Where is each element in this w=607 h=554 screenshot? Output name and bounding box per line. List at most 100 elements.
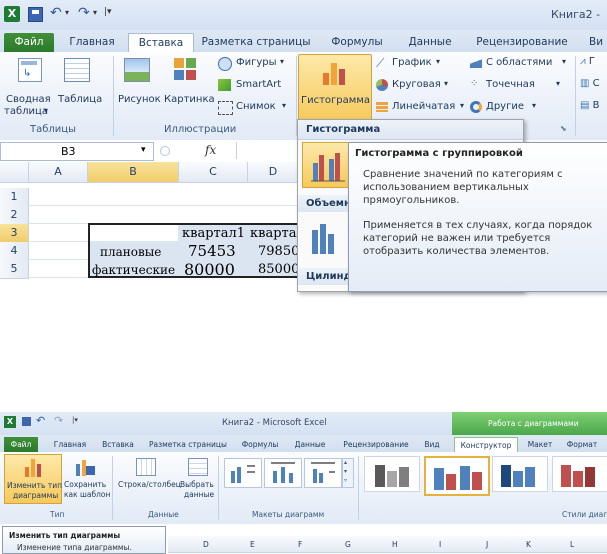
- gallery-scroll[interactable]: ▴ ▾ ▿: [342, 458, 354, 488]
- scatter-chart-button[interactable]: ⁘ Точечная ▾: [470, 78, 570, 94]
- save-icon[interactable]: [28, 7, 43, 22]
- save-template-icon: [76, 458, 95, 476]
- column-header-k[interactable]: K: [526, 540, 531, 549]
- formula-input[interactable]: [236, 142, 297, 159]
- column-header-j[interactable]: J: [486, 540, 488, 549]
- chart-layout-option-1[interactable]: [224, 458, 262, 488]
- tab-formulas[interactable]: Формулы: [238, 437, 282, 452]
- undo-icon[interactable]: ↶: [50, 5, 62, 21]
- insert-function-icon[interactable]: fx: [205, 143, 216, 157]
- line-chart-button[interactable]: ⟋ График ▾: [376, 56, 456, 72]
- chevron-down-icon[interactable]: ▾: [141, 145, 146, 155]
- column-header-b[interactable]: B: [88, 162, 179, 183]
- tab-chart-format[interactable]: Формат: [562, 437, 602, 452]
- other-charts-button[interactable]: Другие ▾: [470, 100, 554, 116]
- undo-icon[interactable]: ↶: [36, 414, 45, 427]
- tab-review[interactable]: Рецензирование: [338, 437, 414, 452]
- tab-chart-layout[interactable]: Макет: [522, 437, 558, 452]
- column-header-d[interactable]: D: [248, 162, 299, 183]
- tab-insert[interactable]: Вставка: [128, 33, 194, 53]
- redo-icon[interactable]: ↷: [78, 5, 90, 21]
- save-icon[interactable]: [22, 417, 31, 426]
- picture-button[interactable]: Рисунок: [116, 54, 161, 120]
- dialog-launcher-icon[interactable]: ⬊: [560, 124, 567, 133]
- column-header-d[interactable]: D: [203, 540, 209, 549]
- tab-page-layout[interactable]: Разметка страницы: [200, 33, 312, 52]
- excel-logo-icon: X: [4, 416, 16, 428]
- tab-view[interactable]: Ви: [584, 33, 607, 52]
- row-header-1[interactable]: 1: [0, 188, 29, 207]
- tab-chart-design[interactable]: Конструктор: [454, 437, 518, 453]
- tab-view[interactable]: Вид: [420, 437, 444, 452]
- tab-formulas[interactable]: Формулы: [326, 33, 388, 52]
- cell-c3[interactable]: квартал1: [182, 226, 245, 241]
- row-header-2[interactable]: 2: [0, 206, 29, 225]
- cell-d5[interactable]: 85000: [258, 262, 299, 277]
- chevron-up-icon[interactable]: ▴: [344, 459, 347, 466]
- 3d-column-icon: [312, 224, 334, 254]
- chart-layout-option-3[interactable]: [304, 458, 342, 488]
- tab-data[interactable]: Данные: [402, 33, 458, 52]
- chart-style-option-1[interactable]: [364, 456, 420, 492]
- column-header-i[interactable]: I: [439, 540, 441, 549]
- sparkline-column-button[interactable]: ▥ С: [580, 78, 600, 89]
- cell-c4[interactable]: 75453: [188, 242, 236, 260]
- column-header-g[interactable]: G: [345, 540, 351, 549]
- column-header-e[interactable]: E: [250, 540, 255, 549]
- column-header-a[interactable]: A: [29, 162, 88, 183]
- tooltip-title: Изменить тип диаграммы: [9, 531, 121, 540]
- tab-review[interactable]: Рецензирование: [470, 33, 574, 52]
- chart-style-option-4[interactable]: [552, 456, 607, 492]
- chevron-down-icon[interactable]: ▾: [344, 468, 347, 475]
- column-chart-button[interactable]: Гистограмма: [298, 54, 372, 122]
- chart-style-option-2[interactable]: [424, 456, 490, 496]
- clustered-column-option[interactable]: [302, 142, 354, 188]
- smartart-button[interactable]: SmartArt: [218, 78, 292, 94]
- switch-row-column-icon: [136, 458, 156, 476]
- area-chart-button[interactable]: С областями ▾: [470, 56, 570, 72]
- tab-file[interactable]: Файл: [4, 437, 38, 452]
- tab-insert[interactable]: Вставка: [98, 437, 138, 452]
- tab-page-layout[interactable]: Разметка страницы: [148, 437, 228, 452]
- active-cell-b3[interactable]: [90, 225, 178, 241]
- column-header-h[interactable]: H: [392, 540, 398, 549]
- chart-style-option-3[interactable]: [492, 456, 548, 492]
- change-chart-type-button[interactable]: Изменить тип диаграммы: [4, 454, 62, 504]
- customize-toolbar-icon[interactable]: |▾: [72, 416, 78, 424]
- pie-chart-button[interactable]: Круговая ▾: [376, 78, 462, 94]
- tab-data[interactable]: Данные: [290, 437, 330, 452]
- cell-b4[interactable]: плановые: [100, 245, 161, 259]
- save-template-button[interactable]: Сохранить как шаблон: [62, 454, 110, 502]
- cell-d4[interactable]: 79850: [258, 244, 299, 259]
- clipart-button[interactable]: Картинка: [162, 54, 215, 120]
- sparkline-line-button[interactable]: ⩘ Г: [580, 56, 595, 67]
- customize-toolbar-icon[interactable]: |▾: [104, 7, 112, 17]
- column-header-f[interactable]: F: [298, 540, 302, 549]
- table-button[interactable]: Таблица: [58, 54, 102, 120]
- redo-icon[interactable]: ↷: [54, 414, 63, 427]
- chart-layout-option-2[interactable]: [264, 458, 302, 488]
- cell-b5[interactable]: фактические: [92, 263, 175, 277]
- name-box[interactable]: B3 ▾: [0, 142, 154, 161]
- tab-file[interactable]: Файл: [4, 33, 54, 52]
- redo-dropdown-icon[interactable]: ▾: [93, 8, 97, 17]
- 3d-column-option[interactable]: [302, 216, 352, 260]
- shapes-button[interactable]: Фигуры ▾: [218, 56, 292, 72]
- tab-home[interactable]: Главная: [50, 437, 90, 452]
- row-header-5[interactable]: 5: [0, 260, 29, 279]
- row-header-4[interactable]: 4: [0, 242, 29, 261]
- cell-c5[interactable]: 80000: [184, 260, 235, 279]
- tab-home[interactable]: Главная: [62, 33, 122, 52]
- row-header-3[interactable]: 3: [0, 224, 29, 243]
- undo-dropdown-icon[interactable]: ▾: [65, 8, 69, 17]
- column-header-c[interactable]: C: [179, 162, 248, 183]
- screenshot-button[interactable]: Снимок ▾: [218, 100, 292, 116]
- column-header-l[interactable]: L: [570, 540, 574, 549]
- gallery-more-icon[interactable]: ▿: [344, 477, 347, 484]
- sparkline-winloss-button[interactable]: ▤ В: [580, 100, 600, 111]
- select-all-corner[interactable]: [0, 162, 29, 183]
- select-data-button[interactable]: Выбрать данные: [178, 454, 214, 502]
- switch-row-column-button[interactable]: Строка/столбец: [116, 454, 181, 502]
- pivot-table-button[interactable]: ↳ Сводная таблица ▾: [4, 54, 54, 120]
- bar-chart-button[interactable]: Линейчатая ▾: [376, 100, 472, 116]
